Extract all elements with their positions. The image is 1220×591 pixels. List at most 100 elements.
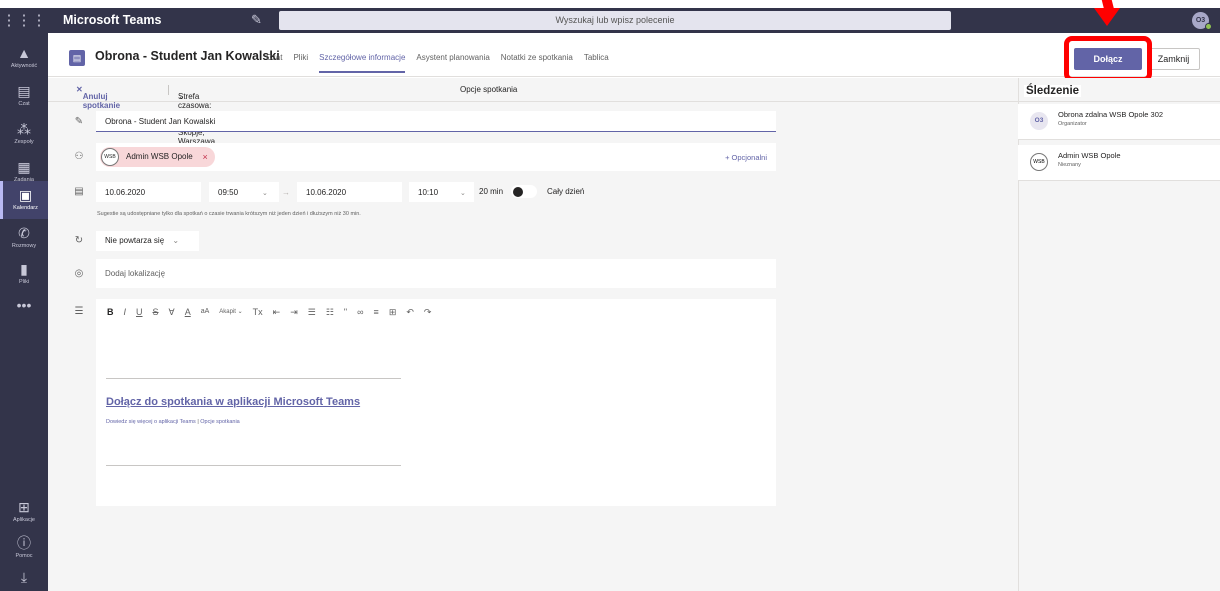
optional-attendees-link[interactable]: + Opcjonalni <box>725 153 767 162</box>
teams-icon: ⁂ <box>17 121 31 137</box>
underline-icon[interactable]: U <box>136 305 143 319</box>
outdent-icon[interactable]: ⇤ <box>273 305 281 319</box>
bell-icon: ▲ <box>17 45 31 61</box>
chevron-down-icon: ⌄ <box>460 190 466 197</box>
clear-format-icon[interactable]: Tx <box>253 305 263 319</box>
table-icon[interactable]: ⊞ <box>389 305 397 319</box>
tab-scheduling-assistant[interactable]: Asystent planowania <box>416 53 489 73</box>
repeat-icon: ↻ <box>74 235 84 246</box>
bullet-list-icon[interactable]: ☰ <box>308 305 316 319</box>
rail-item-teams[interactable]: ⁂ Zespoły <box>0 115 48 153</box>
highlight-box <box>1064 36 1152 82</box>
rail-item-activity[interactable]: ▲ Aktywność <box>0 39 48 77</box>
chat-icon: ▤ <box>17 83 31 99</box>
organizer-avatar: O3 <box>1030 112 1048 130</box>
redo-icon[interactable]: ↷ <box>424 305 432 319</box>
font-size-icon[interactable]: aA <box>201 305 210 319</box>
tracking-person[interactable]: WSB Admin WSB Opole Nieznany <box>1018 145 1220 181</box>
location-icon: ◎ <box>74 268 84 279</box>
tab-files[interactable]: Pliki <box>293 53 308 73</box>
more-icon: ••• <box>16 297 32 313</box>
meeting-header: ▤ Obrona - Student Jan Kowalski Czat Pli… <box>48 33 1018 77</box>
person-name: Obrona zdalna WSB Opole 302 <box>1058 110 1164 119</box>
format-toolbar: B I U S ∀ A aA Akapit ⌄ Tx ⇤ ⇥ ☰ ☷ " ∞ ≡… <box>96 305 441 319</box>
numbered-list-icon[interactable]: ☷ <box>326 305 334 319</box>
chevron-down-icon: ⌄ <box>172 236 180 245</box>
rail-item-apps[interactable]: ⊞ Aplikacje <box>0 493 48 531</box>
pencil-icon: ✎ <box>74 116 84 127</box>
person-role: Nieznany <box>1058 162 1081 168</box>
toolbar-divider <box>168 85 169 95</box>
suggestion-hint: Sugestie są udostępniane tylko dla spotk… <box>97 211 361 217</box>
rail-item-files[interactable]: ▮ Pliki <box>0 255 48 293</box>
tab-details[interactable]: Szczegółowe informacje <box>319 53 406 73</box>
rail-item-calls[interactable]: ✆ Rozmowy <box>0 219 48 257</box>
paragraph-select[interactable]: Akapit ⌄ <box>219 305 242 319</box>
meeting-title: Obrona - Student Jan Kowalski <box>95 49 280 63</box>
calendar-icon: ▤ <box>74 186 84 197</box>
location-input[interactable]: Dodaj lokalizację <box>96 259 776 288</box>
app-title: Microsoft Teams <box>63 13 162 27</box>
tracking-person[interactable]: O3 Obrona zdalna WSB Opole 302 Organizat… <box>1018 104 1220 140</box>
meeting-tabs: Czat Pliki Szczegółowe informacje Asyste… <box>266 53 620 73</box>
duration-label: 20 min <box>479 187 504 196</box>
attendee-name: Admin WSB Opole <box>126 152 193 161</box>
all-day-label: Cały dzień <box>547 187 585 196</box>
description-icon: ☰ <box>74 306 84 317</box>
tab-chat[interactable]: Czat <box>266 53 282 73</box>
help-icon: ⓘ <box>17 535 31 551</box>
rail-item-download[interactable]: ⤓ <box>0 563 48 591</box>
presence-indicator <box>1205 23 1212 30</box>
toggle-knob <box>513 187 523 197</box>
search-input[interactable]: Wyszukaj lub wpisz polecenie <box>279 11 951 30</box>
arrow-right-icon: → <box>282 188 290 197</box>
divider-line <box>106 465 401 466</box>
annotation-arrow-icon <box>1094 8 1120 26</box>
compose-icon[interactable]: ✎ <box>251 12 267 28</box>
close-button[interactable]: Zamknij <box>1147 48 1200 70</box>
horizontal-rule-icon[interactable]: ≡ <box>374 305 379 319</box>
tab-whiteboard[interactable]: Tablica <box>584 53 609 73</box>
undo-icon[interactable]: ↶ <box>406 305 414 319</box>
meeting-options-link[interactable]: Opcje spotkania <box>200 419 239 425</box>
attendee-chip[interactable]: WSB Admin WSB Opole × <box>100 147 215 167</box>
learn-more-link[interactable]: Dowiedz się więcej o aplikacji Teams <box>106 419 196 425</box>
all-day-toggle[interactable] <box>511 185 537 198</box>
attendees-input[interactable]: WSB Admin WSB Opole × + Opcjonalni <box>96 143 776 171</box>
phone-icon: ✆ <box>18 225 30 241</box>
cancel-meeting-button[interactable]: ✕ Anuluj spotkanie <box>76 85 120 110</box>
start-date-input[interactable]: 10.06.2020 <box>96 182 201 202</box>
files-icon: ▮ <box>20 261 28 277</box>
download-icon: ⤓ <box>20 569 28 585</box>
meeting-toolbar: ✕ Anuluj spotkanie Strefa czasowa: (UTC+… <box>48 78 1018 155</box>
strikethrough-icon[interactable]: S <box>153 305 159 319</box>
rail-item-chat[interactable]: ▤ Czat <box>0 77 48 115</box>
description-editor[interactable]: B I U S ∀ A aA Akapit ⌄ Tx ⇤ ⇥ ☰ ☷ " ∞ ≡… <box>96 299 776 506</box>
bold-icon[interactable]: B <box>107 305 114 319</box>
rail-item-calendar[interactable]: ▣ Kalendarz <box>0 181 48 219</box>
calendar-icon: ▣ <box>18 187 33 203</box>
app-rail: ▲ Aktywność ▤ Czat ⁂ Zespoły ▦ Zadania ▣… <box>0 33 48 591</box>
quote-icon[interactable]: " <box>344 305 347 319</box>
waffle-icon[interactable]: ⋮⋮⋮ <box>0 8 48 33</box>
end-date-input[interactable]: 10.06.2020 <box>297 182 402 202</box>
attendee-avatar: WSB <box>101 148 119 166</box>
rail-item-help[interactable]: ⓘ Pomoc <box>0 529 48 567</box>
indent-icon[interactable]: ⇥ <box>290 305 298 319</box>
font-color-icon[interactable]: A <box>185 305 191 319</box>
join-meeting-link[interactable]: Dołącz do spotkania w aplikacji Microsof… <box>106 396 360 408</box>
title-input[interactable]: Obrona - Student Jan Kowalski <box>96 111 776 132</box>
rail-item-more[interactable]: ••• <box>0 291 48 329</box>
start-time-select[interactable]: 09:50 <box>209 182 279 202</box>
add-people-icon: ⚇ <box>74 151 84 162</box>
tracking-title: Śledzenie <box>1024 85 1082 97</box>
remove-attendee-icon[interactable]: × <box>202 147 207 167</box>
link-icon[interactable]: ∞ <box>357 305 363 319</box>
meeting-options-link[interactable]: Opcje spotkania <box>460 85 517 94</box>
repeat-select[interactable]: Nie powtarza się ⌄ <box>96 231 199 251</box>
chevron-down-icon: ⌄ <box>178 92 185 101</box>
highlight-icon[interactable]: ∀ <box>169 305 175 319</box>
teams-window: ⋮⋮⋮ Microsoft Teams ✎ Wyszukaj lub wpisz… <box>0 0 1220 591</box>
tab-meeting-notes[interactable]: Notatki ze spotkania <box>501 53 573 73</box>
italic-icon[interactable]: I <box>124 305 127 319</box>
